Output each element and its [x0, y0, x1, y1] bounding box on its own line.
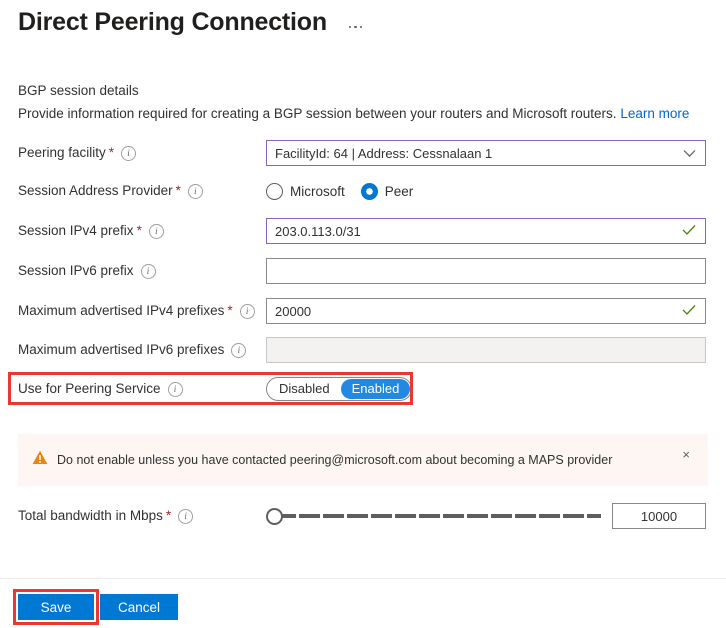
- info-icon[interactable]: i: [231, 342, 247, 358]
- radio-label-microsoft: Microsoft: [290, 183, 345, 199]
- learn-more-link[interactable]: Learn more: [620, 106, 689, 121]
- radio-option-peer[interactable]: Peer: [360, 182, 414, 200]
- slider-thumb[interactable]: [266, 507, 283, 525]
- max-advertised-ipv6-label-text: Maximum advertised IPv6 prefixes: [18, 342, 225, 357]
- peering-facility-dropdown[interactable]: FacilityId: 64 | Address: Cessnalaan 1: [266, 140, 706, 166]
- total-bandwidth-value-box[interactable]: [612, 503, 706, 529]
- toggle-option-disabled[interactable]: Disabled: [268, 379, 341, 399]
- save-button[interactable]: Save: [18, 594, 94, 620]
- ellipsis-dot: [348, 25, 352, 29]
- field-row-peering-facility: Peering facility * i FacilityId: 64 | Ad…: [18, 140, 708, 166]
- section-heading: BGP session details: [18, 83, 139, 98]
- session-address-provider-label-text: Session Address Provider: [18, 183, 173, 198]
- close-icon[interactable]: ×: [678, 446, 694, 463]
- use-for-peering-service-label: Use for Peering Service i: [18, 380, 266, 398]
- field-row-session-ipv4-prefix: Session IPv4 prefix * i: [18, 218, 708, 244]
- total-bandwidth-label-text: Total bandwidth in Mbps: [18, 508, 163, 523]
- warning-banner: Do not enable unless you have contacted …: [18, 434, 708, 486]
- max-advertised-ipv6-field: [266, 337, 706, 363]
- max-advertised-ipv4-label-text: Maximum advertised IPv4 prefixes: [18, 303, 225, 318]
- required-asterisk: *: [165, 508, 172, 523]
- total-bandwidth-slider-wrap: [266, 503, 706, 529]
- session-ipv4-prefix-label: Session IPv4 prefix * i: [18, 222, 266, 240]
- more-options-icon[interactable]: [345, 20, 367, 31]
- total-bandwidth-slider[interactable]: [266, 506, 601, 526]
- section-description: Provide information required for creatin…: [18, 105, 689, 123]
- radio-dot-microsoft: [266, 182, 283, 200]
- field-row-max-advertised-ipv4: Maximum advertised IPv4 prefixes * i: [18, 298, 708, 324]
- max-advertised-ipv6-label: Maximum advertised IPv6 prefixes i: [18, 341, 266, 359]
- toggle-option-enabled[interactable]: Enabled: [340, 379, 411, 399]
- ellipsis-dot: [359, 25, 363, 29]
- max-advertised-ipv4-input[interactable]: [275, 300, 697, 322]
- chevron-down-icon: [683, 146, 696, 161]
- info-icon[interactable]: i: [148, 223, 164, 239]
- field-row-max-advertised-ipv6: Maximum advertised IPv6 prefixes i: [18, 337, 708, 363]
- peering-facility-label: Peering facility * i: [18, 144, 266, 162]
- footer-divider: [0, 578, 726, 579]
- cancel-button[interactable]: Cancel: [100, 594, 178, 620]
- info-icon[interactable]: i: [121, 145, 137, 161]
- radio-label-peer: Peer: [384, 183, 414, 199]
- session-ipv6-prefix-field[interactable]: [266, 258, 706, 284]
- total-bandwidth-label: Total bandwidth in Mbps * i: [18, 507, 266, 525]
- warning-banner-text: Do not enable unless you have contacted …: [57, 453, 613, 467]
- max-advertised-ipv6-input: [275, 339, 697, 361]
- required-asterisk: *: [136, 223, 142, 238]
- warning-triangle-icon: [32, 450, 48, 470]
- field-row-session-address-provider: Session Address Provider * i Microsoft P…: [18, 178, 708, 204]
- radio-option-microsoft[interactable]: Microsoft: [266, 182, 345, 200]
- slider-track: [275, 514, 601, 518]
- session-address-provider-label: Session Address Provider * i: [18, 182, 266, 200]
- field-row-use-for-peering-service: Use for Peering Service i Disabled Enabl…: [18, 376, 708, 402]
- radio-dot-peer: [360, 182, 378, 200]
- peering-facility-value: FacilityId: 64 | Address: Cessnalaan 1: [275, 145, 493, 161]
- session-ipv4-prefix-field[interactable]: [266, 218, 706, 244]
- session-ipv6-prefix-label-text: Session IPv6 prefix: [18, 263, 134, 278]
- page-title: Direct Peering Connection: [18, 8, 327, 36]
- title-bar: Direct Peering Connection: [18, 6, 366, 38]
- info-icon[interactable]: i: [140, 263, 156, 279]
- required-asterisk: *: [227, 303, 233, 318]
- info-icon[interactable]: i: [167, 381, 183, 397]
- use-for-peering-service-label-text: Use for Peering Service: [18, 381, 161, 396]
- max-advertised-ipv4-label: Maximum advertised IPv4 prefixes * i: [18, 302, 266, 320]
- use-for-peering-service-toggle[interactable]: Disabled Enabled: [266, 377, 413, 401]
- info-icon[interactable]: i: [187, 183, 203, 199]
- section-description-text: Provide information required for creatin…: [18, 106, 617, 121]
- session-ipv6-prefix-input[interactable]: [275, 260, 697, 282]
- info-icon[interactable]: i: [178, 508, 194, 524]
- info-icon[interactable]: i: [239, 303, 255, 319]
- session-address-provider-radio-group: Microsoft Peer: [266, 178, 413, 204]
- peering-facility-label-text: Peering facility: [18, 145, 106, 160]
- total-bandwidth-input[interactable]: [613, 507, 705, 525]
- ellipsis-dot: [354, 25, 357, 29]
- field-row-total-bandwidth: Total bandwidth in Mbps * i: [18, 503, 708, 529]
- session-ipv4-prefix-label-text: Session IPv4 prefix: [18, 223, 134, 238]
- field-row-session-ipv6-prefix: Session IPv6 prefix i: [18, 258, 708, 284]
- session-ipv6-prefix-label: Session IPv6 prefix i: [18, 262, 266, 280]
- session-ipv4-prefix-input[interactable]: [275, 220, 697, 242]
- required-asterisk: *: [108, 145, 115, 160]
- max-advertised-ipv4-field[interactable]: [266, 298, 706, 324]
- required-asterisk: *: [175, 183, 181, 198]
